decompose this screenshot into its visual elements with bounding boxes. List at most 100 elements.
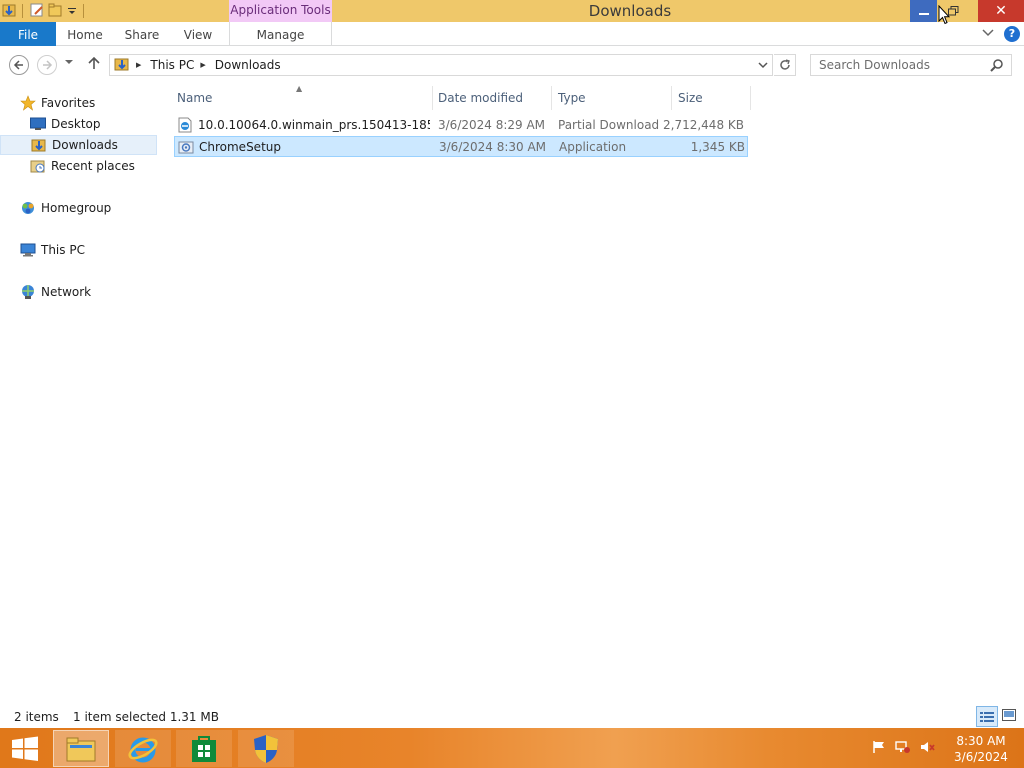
column-divider[interactable] xyxy=(750,86,751,110)
application-icon xyxy=(178,139,194,155)
column-header-type[interactable]: Type xyxy=(558,86,586,110)
file-date: 3/6/2024 8:29 AM xyxy=(438,118,546,132)
file-type: Partial Download xyxy=(558,118,660,132)
file-name: ChromeSetup xyxy=(199,140,281,154)
file-type: Application xyxy=(559,140,627,154)
nav-label: Network xyxy=(41,285,92,299)
item-count: 2 items xyxy=(14,710,59,724)
column-header-date-modified[interactable]: Date modified xyxy=(438,86,523,110)
start-button[interactable] xyxy=(10,736,40,762)
large-icons-view-icon xyxy=(1002,709,1016,721)
taskbar-store[interactable] xyxy=(176,730,232,767)
downloads-folder-icon xyxy=(31,137,47,153)
system-tray xyxy=(872,740,936,757)
homegroup-icon xyxy=(20,200,36,216)
internet-explorer-icon xyxy=(128,737,158,762)
tab-view[interactable]: View xyxy=(172,22,224,46)
nav-item-favorites[interactable]: Favorites xyxy=(20,93,95,113)
tab-home[interactable]: Home xyxy=(58,22,112,46)
desktop-icon xyxy=(30,116,46,132)
downloads-folder-icon xyxy=(114,56,130,75)
breadcrumb-downloads[interactable]: Downloads xyxy=(215,58,281,72)
up-button[interactable] xyxy=(88,56,100,74)
tab-share[interactable]: Share xyxy=(116,22,168,46)
partial-download-icon xyxy=(177,117,193,133)
nav-item-recent-places[interactable]: Recent places xyxy=(30,156,135,176)
address-dropdown-icon[interactable] xyxy=(757,57,769,76)
column-divider[interactable] xyxy=(432,86,433,110)
breadcrumb-this-pc[interactable]: This PC xyxy=(150,58,194,72)
chevron-down-icon xyxy=(65,60,73,64)
nav-item-this-pc[interactable]: This PC xyxy=(20,240,85,260)
selection-info: 1 item selected 1.31 MB xyxy=(73,710,219,724)
nav-item-network[interactable]: Network xyxy=(20,282,91,302)
column-divider[interactable] xyxy=(671,86,672,110)
sort-ascending-icon: ▲ xyxy=(296,84,303,93)
clock[interactable]: 8:30 AM 3/6/2024 xyxy=(952,733,1010,765)
column-header-size[interactable]: Size xyxy=(678,86,703,110)
file-row[interactable]: 10.0.10064.0.winmain_prs.150413-1856_a..… xyxy=(174,115,748,136)
action-center-flag-icon[interactable] xyxy=(872,740,886,757)
file-size: 2,712,448 KB xyxy=(663,118,744,132)
file-date: 3/6/2024 8:30 AM xyxy=(439,140,547,154)
expand-ribbon-icon[interactable] xyxy=(982,27,994,41)
nav-label: Downloads xyxy=(52,138,118,152)
details-view-icon xyxy=(980,711,994,722)
up-arrow-icon xyxy=(88,56,100,69)
mouse-cursor-icon xyxy=(938,5,950,25)
file-list: ▲ Name Date modified Type Size 10.0.1006… xyxy=(158,84,1024,704)
recent-places-icon xyxy=(30,158,46,174)
back-button[interactable] xyxy=(9,55,29,75)
taskbar-file-explorer[interactable] xyxy=(53,730,109,767)
refresh-button[interactable] xyxy=(774,54,796,76)
close-button[interactable]: ✕ xyxy=(978,0,1024,22)
navigation-pane: Favorites Desktop Downloads Recent place… xyxy=(0,86,158,706)
breadcrumb-separator-icon[interactable]: ▶ xyxy=(136,61,141,69)
window-controls: ✕ xyxy=(910,0,1024,22)
minimize-button[interactable] xyxy=(910,0,937,22)
back-arrow-icon xyxy=(13,60,23,70)
network-icon xyxy=(20,284,36,300)
star-icon xyxy=(20,95,36,111)
search-icon[interactable] xyxy=(990,58,1018,75)
tab-manage[interactable]: Manage xyxy=(229,22,332,46)
column-header-name[interactable]: Name xyxy=(177,86,212,110)
nav-item-desktop[interactable]: Desktop xyxy=(30,114,101,134)
uac-shield-icon xyxy=(254,734,278,763)
computer-icon xyxy=(20,242,36,258)
details-view-button[interactable] xyxy=(976,706,998,727)
windows-logo-icon xyxy=(12,736,38,761)
file-explorer-icon xyxy=(66,737,96,761)
volume-muted-icon[interactable] xyxy=(920,740,936,757)
file-size: 1,345 KB xyxy=(690,140,745,154)
store-icon xyxy=(192,735,216,762)
taskbar-internet-explorer[interactable] xyxy=(115,730,171,767)
navigation-bar: ▶ This PC ▶ Downloads Search Downloads xyxy=(0,52,1024,78)
taskbar-uac-prompt[interactable] xyxy=(238,730,294,767)
nav-label: Recent places xyxy=(51,159,135,173)
nav-item-homegroup[interactable]: Homegroup xyxy=(20,198,111,218)
clock-time: 8:30 AM xyxy=(956,734,1006,748)
forward-button[interactable] xyxy=(37,55,57,75)
refresh-icon xyxy=(779,59,790,70)
column-divider[interactable] xyxy=(551,86,552,110)
nav-label: Homegroup xyxy=(41,201,112,215)
breadcrumb-separator-icon[interactable]: ▶ xyxy=(200,61,205,69)
nav-item-downloads[interactable]: Downloads xyxy=(0,135,157,155)
file-name: 10.0.10064.0.winmain_prs.150413-1856_a..… xyxy=(198,118,430,132)
file-row-selected[interactable]: ChromeSetup 3/6/2024 8:30 AM Application… xyxy=(174,136,748,157)
forward-arrow-icon xyxy=(43,60,53,70)
search-input[interactable]: Search Downloads xyxy=(810,54,1012,76)
large-icons-view-button[interactable] xyxy=(1002,709,1016,724)
window-title: Downloads xyxy=(588,2,672,20)
address-bar[interactable]: ▶ This PC ▶ Downloads xyxy=(109,54,773,76)
help-icon[interactable]: ? xyxy=(1004,26,1020,42)
nav-label: This PC xyxy=(41,243,85,257)
recent-locations-button[interactable] xyxy=(64,58,74,69)
status-bar: 2 items 1 item selected 1.31 MB xyxy=(0,706,1024,728)
title-bar: Application Tools Downloads ✕ xyxy=(0,0,1024,22)
tab-file[interactable]: File xyxy=(0,22,56,46)
ribbon-right-controls: ? xyxy=(982,26,1020,42)
network-status-icon[interactable] xyxy=(895,740,911,757)
nav-label: Favorites xyxy=(41,96,96,110)
